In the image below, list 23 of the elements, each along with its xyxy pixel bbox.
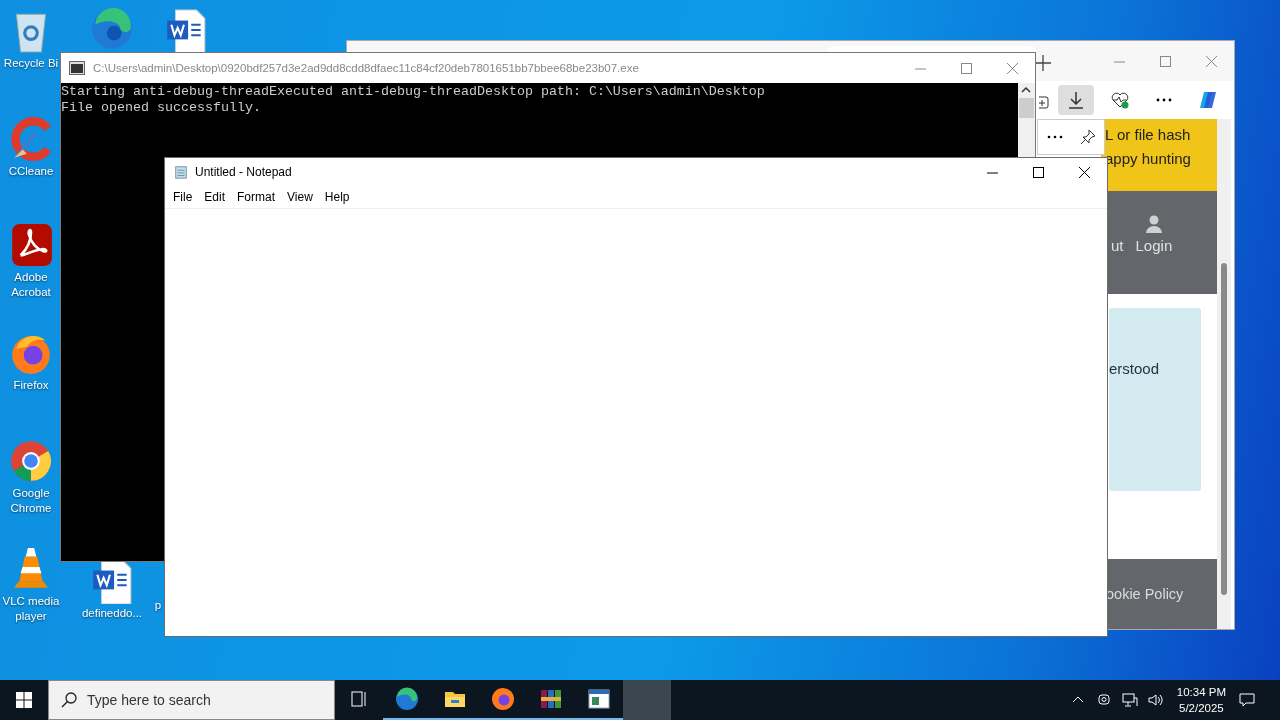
icon-label[interactable]: p <box>154 598 162 613</box>
console-line: File opened successfully. <box>61 100 262 116</box>
banner-text: L or file hash <box>1105 125 1192 145</box>
icon-label[interactable]: defineddo... <box>81 606 143 621</box>
search-field[interactable]: Type here to search <box>48 680 335 720</box>
menu-item[interactable]: Help <box>318 188 356 206</box>
menu-item[interactable]: View <box>281 188 319 206</box>
icon-label[interactable]: Adobe Acrobat <box>2 270 60 300</box>
icon-label[interactable]: Google Chrome <box>2 486 60 516</box>
menu-item[interactable]: File <box>167 188 199 206</box>
window-title: Untitled - Notepad <box>195 165 292 179</box>
console-line: Starting anti-debug-threadExecuted anti-debug-threadDesktop path: C:\Users\admin\Desktop <box>61 84 766 100</box>
menu-item[interactable]: Edit <box>198 188 232 206</box>
icon-label[interactable]: Recycle Bi <box>3 56 59 71</box>
icon-label[interactable]: VLC media player <box>2 594 60 624</box>
icon-label[interactable]: CCleane <box>8 164 54 179</box>
icon-label[interactable]: Firefox <box>13 378 49 393</box>
clock[interactable]: 10:34 PM 5/2/2025 <box>1170 684 1232 716</box>
menu-item[interactable]: Format <box>231 188 282 206</box>
card-text: erstood <box>1109 360 1160 377</box>
window-title: C:\Users\admin\Desktop\0920bdf257d3e2ad9dd8cdd8dfaec11c84cf20deb7801651bb7bbee68be23b07.exe <box>93 62 639 74</box>
nav-link[interactable]: ut <box>1111 237 1124 254</box>
login-link[interactable]: Login <box>1135 237 1173 254</box>
